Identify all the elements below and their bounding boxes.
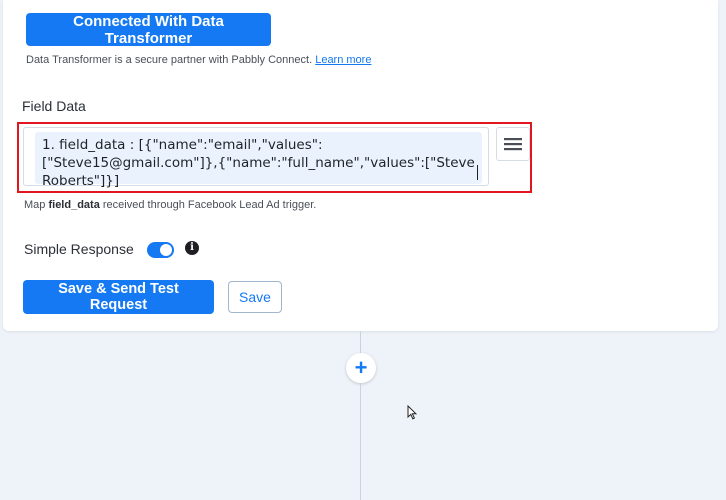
field-menu-button[interactable]	[496, 127, 530, 161]
mouse-pointer-icon	[407, 405, 417, 420]
simple-response-toggle[interactable]	[147, 242, 174, 258]
action-step-card: Connected With Data Transformer Data Tra…	[3, 0, 718, 331]
text-caret	[477, 165, 478, 180]
info-circle-icon[interactable]: i	[185, 241, 199, 255]
field-data-highlight: 1. field_data : [{"name":"email","values…	[17, 122, 532, 193]
connected-data-transformer-button[interactable]: Connected With Data Transformer	[26, 13, 271, 47]
plus-icon: +	[354, 355, 368, 380]
add-step-button[interactable]: +	[346, 353, 376, 383]
toggle-knob	[160, 244, 172, 256]
hamburger-menu-icon	[504, 138, 522, 151]
partner-note: Data Transformer is a secure partner wit…	[26, 54, 371, 66]
hint-field: field_data	[48, 199, 100, 211]
learn-more-link[interactable]: Learn more	[315, 54, 371, 66]
partner-note-text: Data Transformer is a secure partner wit…	[26, 54, 313, 66]
field-data-hint: Map field_data received through Facebook…	[24, 199, 316, 211]
flow-connector-bottom	[360, 383, 361, 500]
field-data-input[interactable]: 1. field_data : [{"name":"email","values…	[23, 127, 489, 189]
field-data-mapped-value[interactable]: 1. field_data : [{"name":"email","values…	[35, 132, 482, 189]
simple-response-label: Simple Response	[24, 241, 134, 257]
flow-connector-top	[360, 331, 361, 353]
save-send-test-button[interactable]: Save & Send Test Request	[23, 280, 214, 314]
hint-prefix: Map	[24, 199, 46, 211]
field-data-label: Field Data	[22, 98, 86, 114]
save-button[interactable]: Save	[228, 281, 282, 313]
hint-suffix: received through Facebook Lead Ad trigge…	[102, 199, 317, 211]
